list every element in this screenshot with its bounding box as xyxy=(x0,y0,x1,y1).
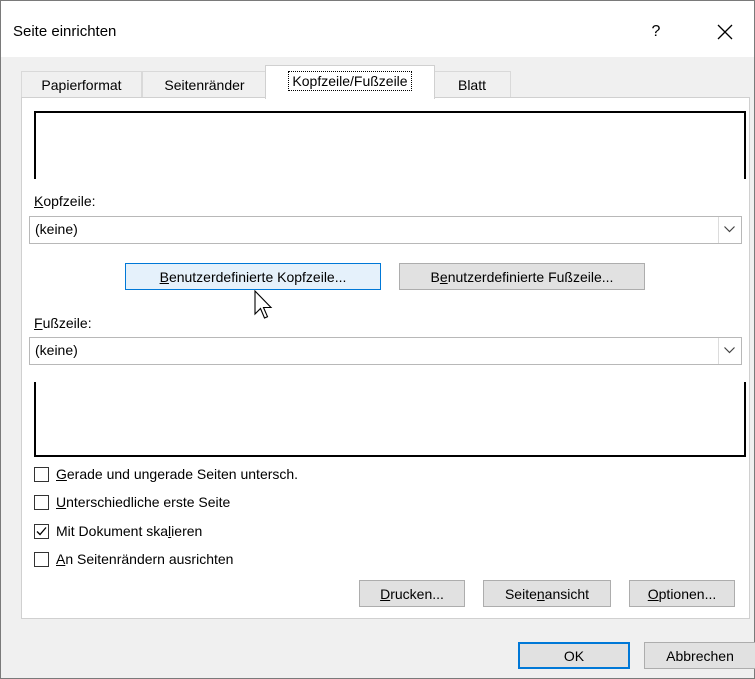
checkbox[interactable] xyxy=(34,524,49,539)
checkbox-label: An Seitenrändern ausrichten xyxy=(56,551,234,567)
footer-select[interactable]: (keine) xyxy=(29,337,742,365)
checkbox-label: Unterschiedliche erste Seite xyxy=(56,494,231,510)
options-button[interactable]: Optionen... xyxy=(629,580,735,607)
mouse-cursor-icon xyxy=(254,290,273,319)
tab-label: Seitenränder xyxy=(164,77,245,93)
tab-kopfzeile-fusszeile[interactable]: Kopfzeile/Fußzeile xyxy=(265,65,435,99)
page-setup-dialog: Seite einrichten ? Papierformat Seitenrä… xyxy=(0,0,755,679)
tab-papierformat[interactable]: Papierformat xyxy=(21,71,142,98)
close-button[interactable] xyxy=(707,17,743,47)
checkbox-label: Mit Dokument skalieren xyxy=(56,523,203,539)
cancel-button[interactable]: Abbrechen xyxy=(644,642,755,669)
close-icon xyxy=(717,24,733,40)
ok-button[interactable]: OK xyxy=(518,642,630,669)
custom-header-button[interactable]: Benutzerdefinierte Kopfzeile... xyxy=(125,263,381,290)
footer-preview xyxy=(34,382,746,457)
footer-label: Fußzeile: xyxy=(34,315,92,331)
header-preview xyxy=(34,111,746,179)
header-label: Kopfzeile: xyxy=(34,193,96,209)
print-preview-button[interactable]: Seitenansicht xyxy=(483,580,611,607)
tab-blatt[interactable]: Blatt xyxy=(433,71,511,98)
checkbox[interactable] xyxy=(34,495,49,510)
header-select-dropdown[interactable] xyxy=(718,217,741,243)
checkbox-label: Gerade und ungerade Seiten untersch. xyxy=(56,466,299,482)
help-icon: ? xyxy=(651,23,661,40)
header-select[interactable]: (keine) xyxy=(29,216,742,244)
custom-footer-button[interactable]: Benutzerdefinierte Fußzeile... xyxy=(399,263,645,290)
tab-label: Papierformat xyxy=(41,77,122,93)
tab-seitenraender[interactable]: Seitenränder xyxy=(142,71,267,98)
tab-label: Blatt xyxy=(457,77,486,93)
footer-select-dropdown[interactable] xyxy=(718,338,741,364)
checkbox[interactable] xyxy=(34,552,49,567)
checkbox[interactable] xyxy=(34,467,49,482)
checkmark-icon xyxy=(36,527,47,536)
footer-select-value: (keine) xyxy=(35,342,78,358)
chevron-down-icon xyxy=(724,226,735,233)
chevron-down-icon xyxy=(724,347,735,354)
title-bar: Seite einrichten ? xyxy=(1,1,754,57)
dialog-title: Seite einrichten xyxy=(13,23,117,40)
header-select-value: (keine) xyxy=(35,221,78,237)
tab-label: Kopfzeile/Fußzeile xyxy=(288,71,412,91)
help-button[interactable]: ? xyxy=(641,19,671,45)
print-button[interactable]: Drucken... xyxy=(359,580,465,607)
